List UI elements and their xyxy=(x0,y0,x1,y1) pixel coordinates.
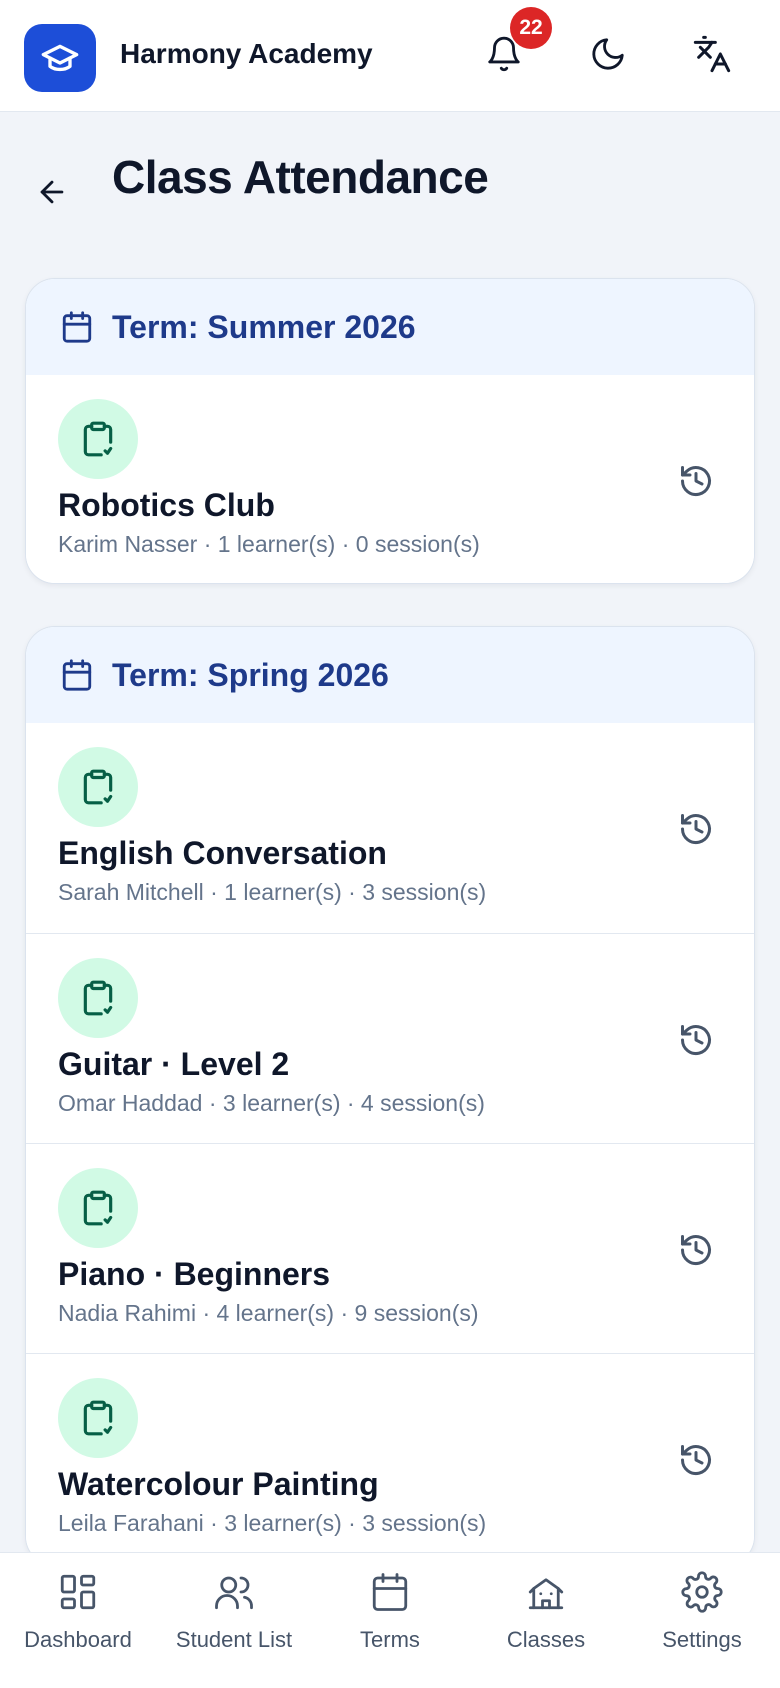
term-title: Term: Summer 2026 xyxy=(112,308,416,345)
graduation-cap-icon xyxy=(41,44,79,72)
language-button[interactable] xyxy=(688,30,736,78)
clipboard-check-icon xyxy=(83,980,113,1016)
class-name: Robotics Club xyxy=(58,487,275,523)
class-icon xyxy=(58,1378,138,1458)
term-card-summer-2026: Term: Summer 2026 Robotics Club Karim Na… xyxy=(25,278,755,584)
term-card-spring-2026: Term: Spring 2026 English Conversation S… xyxy=(25,626,755,1566)
nav-label: Classes xyxy=(506,1627,586,1652)
class-icon xyxy=(58,1168,138,1248)
class-name: English Conversation xyxy=(58,835,387,871)
class-row-watercolour-painting[interactable]: Watercolour Painting Leila Farahani · 3 … xyxy=(26,1353,754,1563)
translate-icon xyxy=(693,35,731,73)
app-logo[interactable] xyxy=(24,24,96,92)
history-icon xyxy=(681,1445,711,1476)
class-row-guitar-level-2[interactable]: Guitar · Level 2 Omar Haddad · 3 learner… xyxy=(26,933,754,1143)
arrow-left-icon xyxy=(40,180,64,204)
nav-item-settings[interactable]: Settings xyxy=(624,1553,780,1688)
class-meta: Omar Haddad · 3 learner(s) · 4 session(s… xyxy=(58,1090,485,1116)
class-meta: Karim Nasser · 1 learner(s) · 0 session(… xyxy=(58,531,480,557)
nav-item-terms[interactable]: Terms xyxy=(312,1553,468,1688)
back-button[interactable] xyxy=(30,170,74,214)
moon-icon xyxy=(592,38,624,70)
clipboard-check-icon xyxy=(83,769,113,805)
attendance-history-button[interactable] xyxy=(674,1228,718,1272)
nav-item-student-list[interactable]: Student List xyxy=(156,1553,312,1688)
class-row-piano-beginners[interactable]: Piano · Beginners Nadia Rahimi · 4 learn… xyxy=(26,1143,754,1353)
class-row-robotics-club[interactable]: Robotics Club Karim Nasser · 1 learner(s… xyxy=(26,375,754,583)
nav-label: Dashboard xyxy=(24,1627,132,1652)
term-title: Term: Spring 2026 xyxy=(112,656,389,693)
class-name: Piano · Beginners xyxy=(58,1256,331,1292)
page-title: Class Attendance xyxy=(112,151,489,203)
term-header: Term: Spring 2026 xyxy=(26,627,754,723)
term-header: Term: Summer 2026 xyxy=(26,279,754,375)
history-icon xyxy=(681,814,711,845)
class-name: Guitar · Level 2 xyxy=(58,1046,290,1082)
history-icon xyxy=(681,466,711,497)
class-row-english-conversation[interactable]: English Conversation Sarah Mitchell · 1 … xyxy=(26,723,754,933)
gear-icon xyxy=(681,1571,723,1613)
top-app-bar: Harmony Academy 22 xyxy=(0,0,780,112)
class-icon xyxy=(58,747,138,827)
attendance-history-button[interactable] xyxy=(674,1438,718,1482)
class-meta: Leila Farahani · 3 learner(s) · 3 sessio… xyxy=(58,1510,487,1536)
attendance-history-button[interactable] xyxy=(674,807,718,851)
calendar-icon xyxy=(62,311,92,343)
history-icon xyxy=(681,1025,711,1056)
dashboard-icon xyxy=(60,1574,96,1610)
dark-mode-toggle[interactable] xyxy=(584,30,632,78)
attendance-history-button[interactable] xyxy=(674,459,718,503)
users-icon xyxy=(215,1576,253,1610)
class-icon xyxy=(58,958,138,1038)
notification-badge: 22 xyxy=(510,7,552,49)
nav-item-classes[interactable]: Classes xyxy=(468,1553,624,1688)
calendar-icon xyxy=(372,1573,408,1611)
attendance-history-button[interactable] xyxy=(674,1018,718,1062)
calendar-icon xyxy=(62,659,92,691)
class-meta: Sarah Mitchell · 1 learner(s) · 3 sessio… xyxy=(58,879,487,905)
nav-label: Terms xyxy=(360,1627,420,1652)
class-meta: Nadia Rahimi · 4 learner(s) · 9 session(… xyxy=(58,1300,479,1326)
clipboard-check-icon xyxy=(83,1400,113,1436)
school-building-icon xyxy=(528,1578,564,1610)
class-icon xyxy=(58,399,138,479)
nav-item-dashboard[interactable]: Dashboard xyxy=(0,1553,156,1688)
bottom-navigation: Dashboard Student List Terms Classes Set… xyxy=(0,1552,780,1688)
class-name: Watercolour Painting xyxy=(58,1466,379,1502)
nav-label: Settings xyxy=(662,1627,742,1652)
clipboard-check-icon xyxy=(83,421,113,457)
nav-label: Student List xyxy=(175,1627,293,1652)
clipboard-check-icon xyxy=(83,1190,113,1226)
history-icon xyxy=(681,1235,711,1266)
app-title: Harmony Academy xyxy=(120,38,373,69)
